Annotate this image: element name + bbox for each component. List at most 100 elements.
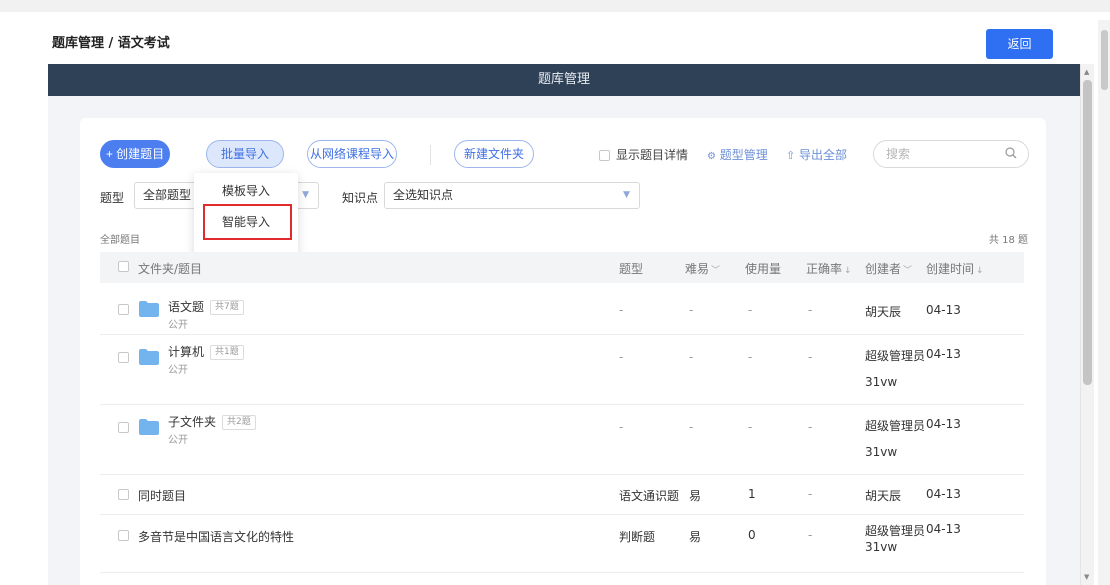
network-course-import-button[interactable]: 从网络课程导入 [307,140,397,168]
gear-icon: ⚙ [707,151,716,162]
export-icon: ⇧ [786,149,796,162]
batch-import-button[interactable]: 批量导入 [206,140,284,168]
scroll-up-icon[interactable]: ▲ [1084,68,1089,76]
panel-scrollbar[interactable]: ▲ ▼ [1080,64,1094,585]
knowledge-filter-label: 知识点 [342,191,379,205]
count-tag: 共2题 [222,415,256,430]
header-difficulty-label: 难易 [685,262,710,276]
cell-created: 04-13 [926,303,961,317]
type-manage-link[interactable]: ⚙ 题型管理 [707,146,768,163]
create-question-button[interactable]: + 创建题目 [100,140,170,168]
menu-item-smart-import[interactable]: 智能导入 [194,213,298,230]
cell-type: - [619,350,624,364]
row-title-text: 计算机 [168,345,205,359]
page-header: 题库管理 / 语文考试 返回 [0,12,1110,64]
top-strip [0,0,1110,12]
question-bank-card: + 创建题目 批量导入 从网络课程导入 新建文件夹 显示题目详情 ⚙ 题型管理 … [80,118,1046,585]
cell-difficulty: - [689,350,694,364]
search-input[interactable] [886,146,996,162]
table-row[interactable]: 多音节是中国语言文化的特性 判断题 易 0 - 超级管理员 31vw 04-13 [100,515,1024,573]
header-creator[interactable]: 创建者 ﹀ [865,260,912,277]
type-filter-value: 全部题型 [143,188,192,202]
cell-difficulty: 易 [689,530,702,544]
cell-creator: 超级管理员 [865,419,926,433]
search-icon[interactable] [1005,147,1017,159]
row-title-text[interactable]: 多音节是中国语言文化的特性 [138,528,294,545]
cell-created: 04-13 [926,522,961,536]
chevron-down-icon: ﹀ [903,266,913,276]
cell-accuracy: - [808,487,813,501]
cell-type: 判断题 [619,530,656,544]
table-row[interactable]: 计算机 共1题 公开 - - - - 超级管理员 31vw 04-13 [100,335,1024,405]
header-type: 题型 [619,262,644,276]
visibility-label: 公开 [168,320,188,331]
cell-creator-id: 31vw [865,445,898,459]
cell-usage: - [748,350,753,364]
export-all-link[interactable]: ⇧ 导出全部 [786,146,847,163]
new-folder-button[interactable]: 新建文件夹 [454,140,534,168]
table-row[interactable]: 语文题 共7题 公开 - - - - 胡天辰 04-13 [100,283,1024,335]
search-box[interactable] [873,140,1029,168]
cell-created: 04-13 [926,347,961,361]
count-tag: 共7题 [210,300,244,315]
row-checkbox[interactable] [118,352,129,363]
table-row[interactable]: 同时题目 语文通识题 易 1 - 胡天辰 04-13 [100,475,1024,515]
cell-difficulty: - [689,420,694,434]
cell-creator: 胡天辰 [865,305,902,319]
cell-difficulty: 易 [689,489,702,503]
panel-title: 题库管理 [48,64,1080,96]
cell-type: - [619,303,624,317]
cell-accuracy: - [808,303,813,317]
cell-difficulty: - [689,303,694,317]
panel-scrollbar-thumb[interactable] [1083,80,1092,385]
header-name: 文件夹/题目 [138,262,203,276]
show-detail-checkbox[interactable] [599,150,610,161]
window-scrollbar-thumb[interactable] [1101,30,1108,90]
sort-down-icon: ↓ [844,266,852,276]
breadcrumb: 题库管理 / 语文考试 [52,36,170,51]
cell-creator: 胡天辰 [865,489,902,503]
cell-accuracy: - [808,350,813,364]
cell-created: 04-13 [926,417,961,431]
row-checkbox[interactable] [118,304,129,315]
header-difficulty[interactable]: 难易 ﹀ [685,260,720,277]
total-count: 共 18 题 [988,235,1028,246]
row-title-text: 语文题 [168,300,205,314]
back-button[interactable]: 返回 [986,29,1053,59]
header-accuracy[interactable]: 正确率 ↓ [806,260,852,277]
count-tag: 共1题 [210,345,244,360]
chevron-down-icon: ▼ [302,190,309,200]
cell-usage: - [748,303,753,317]
cell-creator-id: 31vw [865,540,898,554]
row-checkbox[interactable] [118,489,129,500]
section-label: 全部题目 [100,235,140,246]
row-checkbox[interactable] [118,422,129,433]
row-title-text: 子文件夹 [168,415,217,429]
header-created[interactable]: 创建时间 ↓ [926,260,984,277]
knowledge-filter-select[interactable]: 全选知识点 ▼ [384,182,640,209]
type-filter-label: 题型 [100,191,125,205]
scroll-down-icon[interactable]: ▼ [1084,573,1089,581]
folder-icon [139,301,159,317]
header-accuracy-label: 正确率 [806,262,843,276]
window-scrollbar[interactable] [1098,20,1110,585]
chevron-down-icon: ▼ [623,190,630,200]
row-title: 语文题 共7题 [168,298,244,315]
cell-accuracy: - [808,420,813,434]
export-all-label: 导出全部 [799,148,848,162]
select-all-checkbox[interactable] [118,261,129,272]
row-checkbox[interactable] [118,530,129,541]
row-title: 子文件夹 共2题 [168,413,256,430]
cell-usage: 1 [748,487,756,501]
menu-item-template-import[interactable]: 模板导入 [194,182,298,199]
cell-created: 04-13 [926,487,961,501]
folder-icon [139,349,159,365]
chevron-down-icon: ﹀ [711,266,721,276]
row-title-text[interactable]: 同时题目 [138,487,186,504]
show-detail-toggle[interactable]: 显示题目详情 [599,146,688,163]
cell-creator-id: 31vw [865,375,898,389]
table-row[interactable]: 子文件夹 共2题 公开 - - - - 超级管理员 31vw 04-13 [100,405,1024,475]
cell-usage: - [748,420,753,434]
visibility-label: 公开 [168,365,188,376]
header-created-label: 创建时间 [926,262,975,276]
